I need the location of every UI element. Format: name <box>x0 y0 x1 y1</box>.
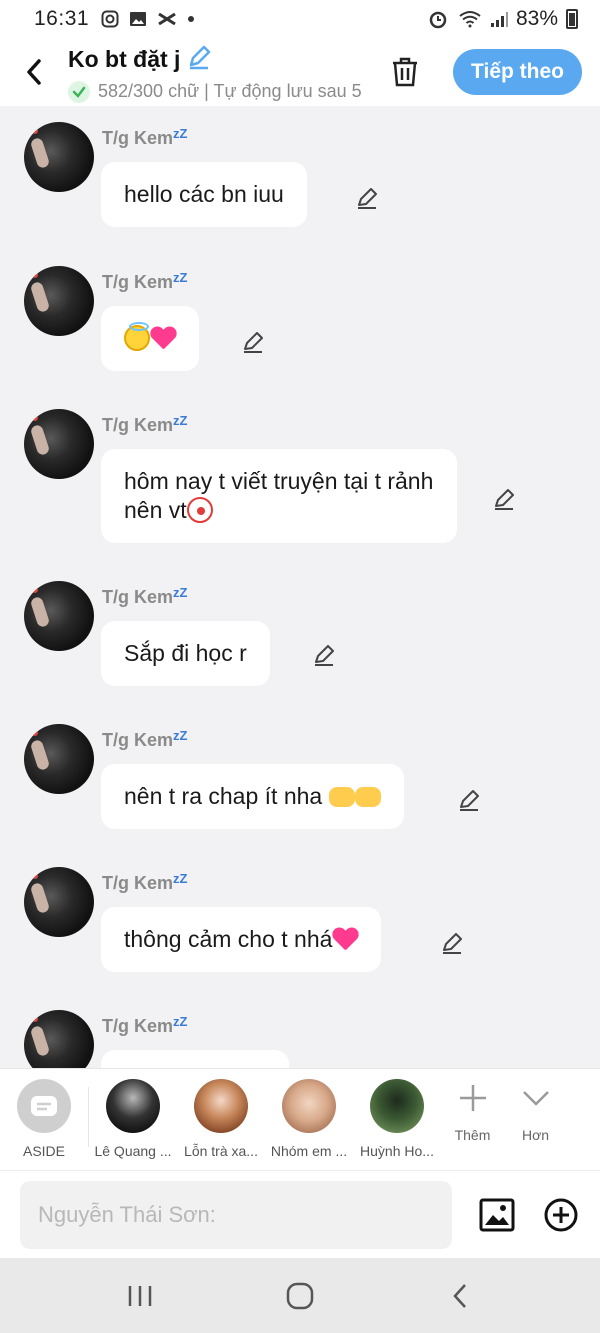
sender-name: T/g KemzZ <box>102 270 188 292</box>
compose-bar <box>0 1170 600 1258</box>
contact-item[interactable]: Lê Quang ... <box>89 1069 177 1170</box>
title-block: Ko bt đặt j 582/300 chữ | Tự động lưu sa… <box>68 42 381 103</box>
contact-name: Nhóm em ... <box>270 1143 348 1159</box>
contact-item[interactable]: Lỗn trà xa... <box>177 1069 265 1170</box>
edit-icon[interactable] <box>490 485 518 513</box>
home-button[interactable] <box>270 1266 330 1326</box>
avatar <box>194 1079 248 1133</box>
sender-name: T/g KemzZ <box>102 728 188 750</box>
wifi-icon <box>458 10 482 28</box>
instagram-icon <box>101 10 119 28</box>
add-label: Thêm <box>454 1127 491 1143</box>
edit-icon[interactable] <box>239 328 267 356</box>
contact-name: Lê Quang ... <box>94 1143 172 1159</box>
plus-icon <box>459 1085 486 1111</box>
character-strip: ASIDE Lê Quang ... Lỗn trà xa... Nhóm em… <box>0 1068 600 1170</box>
status-bar: 16:31 83% <box>0 0 600 38</box>
image-icon <box>479 1198 515 1231</box>
system-nav-bar <box>0 1258 600 1333</box>
more-label: Hơn <box>521 1127 550 1143</box>
delete-button[interactable] <box>381 48 429 96</box>
plus-circle-icon <box>544 1198 578 1231</box>
pointing-hand-emoji-icon <box>354 787 381 807</box>
edit-icon[interactable] <box>310 641 338 669</box>
add-button[interactable] <box>542 1196 580 1234</box>
avatar[interactable] <box>24 122 94 192</box>
contact-name: Lỗn trà xa... <box>184 1143 258 1159</box>
message-bubble[interactable]: hôm nay t viết truyện tại t rảnh nên vt <box>101 449 457 543</box>
editor-header: Ko bt đặt j 582/300 chữ | Tự động lưu sa… <box>0 38 600 106</box>
heart-emoji-icon <box>150 327 176 351</box>
contact-aside[interactable]: ASIDE <box>0 1069 88 1170</box>
next-button[interactable]: Tiếp theo <box>453 49 582 95</box>
avatar <box>282 1079 336 1133</box>
message-bubble[interactable] <box>101 306 199 371</box>
message-bubble-icon <box>31 1096 57 1116</box>
signal-icon <box>490 10 508 28</box>
home-icon <box>286 1282 314 1309</box>
trash-icon <box>393 57 418 87</box>
avatar[interactable] <box>24 1010 94 1068</box>
add-character-button[interactable]: Thêm <box>441 1069 504 1170</box>
chat-area[interactable]: T/g KemzZ hello các bn iuu T/g KemzZ T/g… <box>0 106 600 1068</box>
message-bubble[interactable]: Sắp đi học r <box>101 621 270 686</box>
insert-image-button[interactable] <box>478 1196 516 1234</box>
clown-emoji-icon <box>186 497 213 523</box>
message-bubble[interactable]: nên t ra chap ít nha <box>101 764 404 829</box>
edit-icon[interactable] <box>438 929 466 957</box>
message-input[interactable] <box>20 1180 452 1249</box>
status-time: 16:31 <box>34 7 90 30</box>
chevron-left-icon <box>453 1283 466 1308</box>
chevron-down-icon <box>522 1091 549 1106</box>
smiling-halo-emoji-icon <box>124 322 150 351</box>
alarm-icon <box>428 9 448 29</box>
image-icon <box>129 10 147 28</box>
message-bubble[interactable]: thông cảm cho t nhá <box>101 907 382 972</box>
avatar <box>106 1079 160 1133</box>
battery-icon <box>566 9 578 29</box>
avatar[interactable] <box>24 581 94 651</box>
check-icon <box>68 80 90 103</box>
edit-icon[interactable] <box>455 786 483 814</box>
contact-item[interactable]: Huỳnh Ho... <box>353 1069 441 1170</box>
dot-icon <box>187 15 195 23</box>
message-bubble[interactable]: hello các bn iuu <box>101 162 307 227</box>
sender-name: T/g KemzZ <box>102 126 188 148</box>
sender-name: T/g KemzZ <box>102 871 188 893</box>
avatar[interactable] <box>24 409 94 479</box>
sender-name: T/g KemzZ <box>102 585 188 607</box>
system-back-button[interactable] <box>430 1266 490 1326</box>
avatar[interactable] <box>24 867 94 937</box>
contact-name: Huỳnh Ho... <box>360 1143 434 1159</box>
pointing-hand-emoji-icon <box>328 787 355 807</box>
message-bubble[interactable] <box>101 1050 289 1068</box>
contact-item[interactable]: Nhóm em ... <box>265 1069 353 1170</box>
recent-apps-button[interactable] <box>110 1266 170 1326</box>
aside-avatar <box>17 1079 71 1133</box>
capcut-icon <box>157 11 177 27</box>
back-button[interactable] <box>0 38 68 106</box>
battery-percent: 83% <box>515 7 558 30</box>
contact-name: ASIDE <box>22 1143 65 1159</box>
recent-apps-icon <box>128 1285 152 1306</box>
avatar[interactable] <box>24 266 94 336</box>
pencil-icon[interactable] <box>186 44 212 75</box>
more-button[interactable]: Hơn <box>504 1069 567 1170</box>
edit-icon[interactable] <box>353 184 381 212</box>
avatar <box>370 1079 424 1133</box>
sender-name: T/g KemzZ <box>102 413 188 435</box>
avatar[interactable] <box>24 724 94 794</box>
page-title[interactable]: Ko bt đặt j <box>68 46 180 73</box>
sender-name: T/g KemzZ <box>102 1014 188 1036</box>
word-count-status: 582/300 chữ | Tự động lưu sau 5 <box>98 81 362 101</box>
chevron-left-icon <box>27 59 41 85</box>
heart-emoji-icon <box>332 928 358 952</box>
